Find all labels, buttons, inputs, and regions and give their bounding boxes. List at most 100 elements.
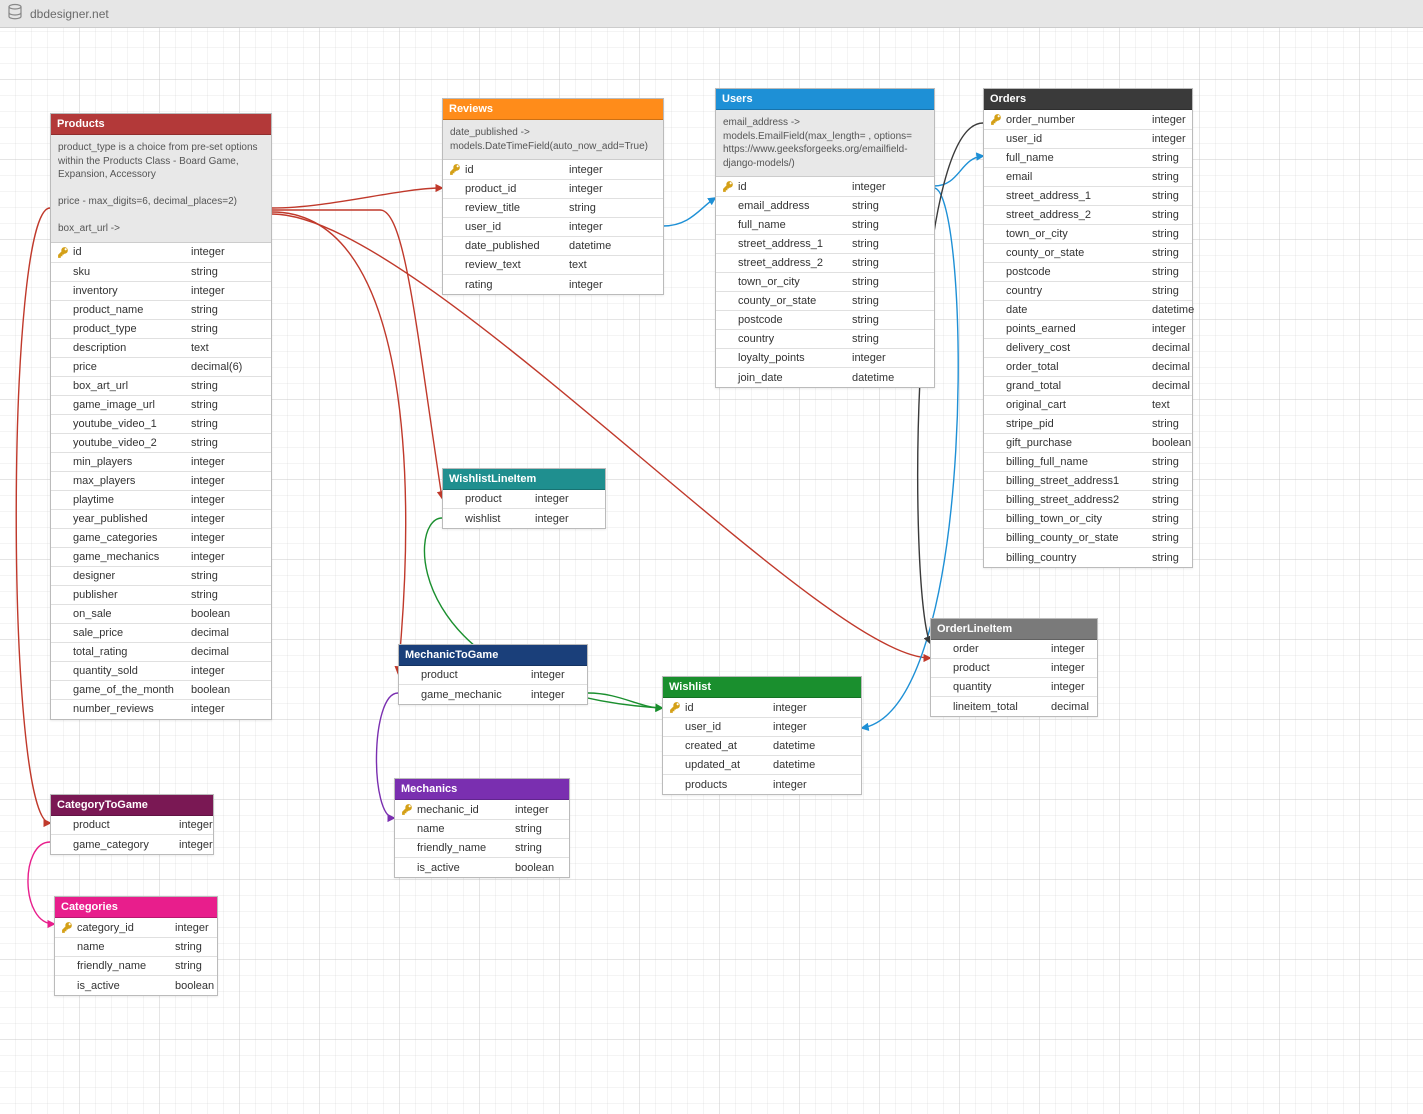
table-header[interactable]: Wishlist (663, 677, 861, 698)
table-row[interactable]: street_address_2string (984, 206, 1192, 225)
table-header[interactable]: Users (716, 89, 934, 110)
table-row[interactable]: productsinteger (663, 775, 861, 794)
table-products[interactable]: Productsproduct_type is a choice from pr… (50, 113, 272, 720)
table-row[interactable]: date_publisheddatetime (443, 237, 663, 256)
table-row[interactable]: join_datedatetime (716, 368, 934, 387)
table-row[interactable]: product_idinteger (443, 180, 663, 199)
table-row[interactable]: idinteger (51, 243, 271, 263)
table-row[interactable]: product_typestring (51, 320, 271, 339)
table-row[interactable]: order_totaldecimal (984, 358, 1192, 377)
table-row[interactable]: skustring (51, 263, 271, 282)
table-row[interactable]: town_or_citystring (716, 273, 934, 292)
table-row[interactable]: designerstring (51, 567, 271, 586)
table-row[interactable]: order_numberinteger (984, 110, 1192, 130)
table-row[interactable]: postcodestring (984, 263, 1192, 282)
table-row[interactable]: full_namestring (984, 149, 1192, 168)
table-row[interactable]: game_categoryinteger (51, 835, 213, 854)
table-row[interactable]: billing_full_namestring (984, 453, 1192, 472)
table-row[interactable]: user_idinteger (443, 218, 663, 237)
table-row[interactable]: grand_totaldecimal (984, 377, 1192, 396)
table-row[interactable]: descriptiontext (51, 339, 271, 358)
table-row[interactable]: gift_purchaseboolean (984, 434, 1192, 453)
table-row[interactable]: number_reviewsinteger (51, 700, 271, 719)
table-category_to_game[interactable]: CategoryToGameproductintegergame_categor… (50, 794, 214, 855)
table-row[interactable]: review_texttext (443, 256, 663, 275)
table-row[interactable]: billing_town_or_citystring (984, 510, 1192, 529)
table-row[interactable]: on_saleboolean (51, 605, 271, 624)
table-mechanic_to_game[interactable]: MechanicToGameproductintegergame_mechani… (398, 644, 588, 705)
table-row[interactable]: user_idinteger (984, 130, 1192, 149)
table-row[interactable]: stripe_pidstring (984, 415, 1192, 434)
table-mechanics[interactable]: Mechanicsmechanic_idintegernamestringfri… (394, 778, 570, 878)
table-row[interactable]: friendly_namestring (55, 957, 217, 976)
table-row[interactable]: billing_street_address2string (984, 491, 1192, 510)
table-orders[interactable]: Ordersorder_numberintegeruser_idintegerf… (983, 88, 1193, 568)
table-row[interactable]: full_namestring (716, 216, 934, 235)
table-row[interactable]: street_address_2string (716, 254, 934, 273)
table-row[interactable]: playtimeinteger (51, 491, 271, 510)
table-row[interactable]: quantityinteger (931, 678, 1097, 697)
table-header[interactable]: CategoryToGame (51, 795, 213, 816)
table-wishlist[interactable]: Wishlistidintegeruser_idintegercreated_a… (662, 676, 862, 795)
table-header[interactable]: Products (51, 114, 271, 135)
table-row[interactable]: inventoryinteger (51, 282, 271, 301)
table-row[interactable]: email_addressstring (716, 197, 934, 216)
table-row[interactable]: mechanic_idinteger (395, 800, 569, 820)
table-row[interactable]: idinteger (663, 698, 861, 718)
table-row[interactable]: publisherstring (51, 586, 271, 605)
table-row[interactable]: street_address_1string (984, 187, 1192, 206)
table-row[interactable]: sale_pricedecimal (51, 624, 271, 643)
table-order_line_item[interactable]: OrderLineItemorderintegerproductintegerq… (930, 618, 1098, 717)
table-row[interactable]: is_activeboolean (55, 976, 217, 995)
diagram-canvas[interactable]: Productsproduct_type is a choice from pr… (0, 28, 1423, 1114)
table-header[interactable]: OrderLineItem (931, 619, 1097, 640)
table-row[interactable]: town_or_citystring (984, 225, 1192, 244)
table-row[interactable]: county_or_statestring (984, 244, 1192, 263)
table-row[interactable]: productinteger (443, 490, 605, 509)
table-header[interactable]: Orders (984, 89, 1192, 110)
table-row[interactable]: youtube_video_2string (51, 434, 271, 453)
table-row[interactable]: updated_atdatetime (663, 756, 861, 775)
table-row[interactable]: points_earnedinteger (984, 320, 1192, 339)
table-row[interactable]: youtube_video_1string (51, 415, 271, 434)
table-row[interactable]: emailstring (984, 168, 1192, 187)
table-row[interactable]: namestring (55, 938, 217, 957)
table-row[interactable]: product_namestring (51, 301, 271, 320)
table-row[interactable]: min_playersinteger (51, 453, 271, 472)
table-users[interactable]: Usersemail_address -> models.EmailField(… (715, 88, 935, 388)
table-row[interactable]: wishlistinteger (443, 509, 605, 528)
table-row[interactable]: pricedecimal(6) (51, 358, 271, 377)
table-row[interactable]: idinteger (443, 160, 663, 180)
table-row[interactable]: game_of_the_monthboolean (51, 681, 271, 700)
table-row[interactable]: user_idinteger (663, 718, 861, 737)
table-header[interactable]: Reviews (443, 99, 663, 120)
table-row[interactable]: street_address_1string (716, 235, 934, 254)
table-header[interactable]: MechanicToGame (399, 645, 587, 666)
table-row[interactable]: friendly_namestring (395, 839, 569, 858)
table-row[interactable]: productinteger (51, 816, 213, 835)
table-row[interactable]: box_art_urlstring (51, 377, 271, 396)
table-row[interactable]: max_playersinteger (51, 472, 271, 491)
table-header[interactable]: Categories (55, 897, 217, 918)
table-row[interactable]: year_publishedinteger (51, 510, 271, 529)
table-row[interactable]: game_mechanicsinteger (51, 548, 271, 567)
table-row[interactable]: county_or_statestring (716, 292, 934, 311)
table-row[interactable]: productinteger (399, 666, 587, 685)
table-row[interactable]: idinteger (716, 177, 934, 197)
table-row[interactable]: orderinteger (931, 640, 1097, 659)
table-row[interactable]: countrystring (984, 282, 1192, 301)
table-row[interactable]: quantity_soldinteger (51, 662, 271, 681)
table-row[interactable]: datedatetime (984, 301, 1192, 320)
table-row[interactable]: billing_county_or_statestring (984, 529, 1192, 548)
table-row[interactable]: ratinginteger (443, 275, 663, 294)
table-row[interactable]: game_mechanicinteger (399, 685, 587, 704)
table-wishlist_line_item[interactable]: WishlistLineItemproductintegerwishlistin… (442, 468, 606, 529)
table-row[interactable]: loyalty_pointsinteger (716, 349, 934, 368)
table-row[interactable]: billing_street_address1string (984, 472, 1192, 491)
table-categories[interactable]: Categoriescategory_idintegernamestringfr… (54, 896, 218, 996)
table-row[interactable]: delivery_costdecimal (984, 339, 1192, 358)
table-row[interactable]: productinteger (931, 659, 1097, 678)
table-row[interactable]: billing_countrystring (984, 548, 1192, 567)
table-reviews[interactable]: Reviewsdate_published -> models.DateTime… (442, 98, 664, 295)
table-row[interactable]: postcodestring (716, 311, 934, 330)
